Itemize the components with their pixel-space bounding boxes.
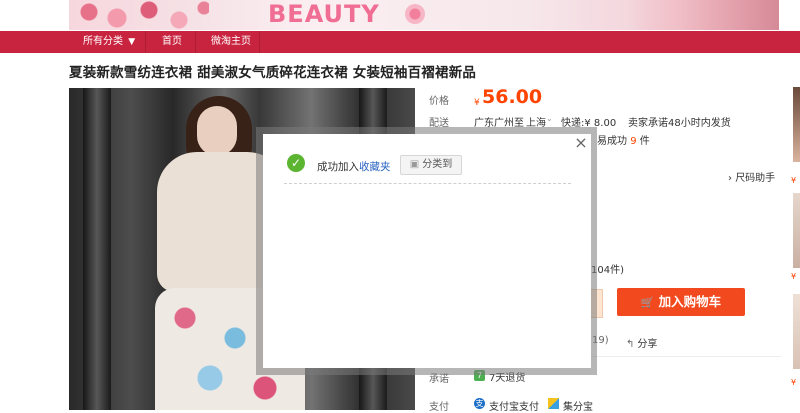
pay-option-alipay[interactable]: 支付宝支付 [489,398,539,413]
dialog-divider [284,183,571,184]
classify-button[interactable]: ▣ 分类到 [400,155,462,175]
ship-promise: 卖家承诺48小时内发货 [628,118,731,129]
share-icon: ↰ [626,339,635,350]
add-to-cart-button[interactable]: 🛒 加入购物车 [617,288,745,316]
classify-button-label: 分类到 [422,159,453,170]
product-title: 夏装新款雪纺连衣裙 甜美淑女气质碎花连衣裙 女装短袖百褶裙新品 [69,65,477,81]
jifenbao-icon [548,398,559,409]
related-item-thumbnail[interactable] [793,193,800,268]
alipay-icon: 支 [474,398,485,409]
related-item-thumbnail[interactable] [793,294,800,369]
price-label: 价格 [429,96,449,107]
favorite-success-message: 成功加入收藏夹 [317,159,391,174]
close-icon[interactable]: × [572,134,590,152]
nav-all-categories-label: 所有分类 [83,36,123,47]
chat-icon: ▣ [409,159,420,170]
dropdown-arrow-icon: ▼ [128,37,136,47]
price-currency: ¥ [474,98,480,108]
nav-weitao-home[interactable]: 微淘主页 [211,31,251,53]
nav-home[interactable]: 首页 [162,31,182,53]
sold-prefix: 易成功 [597,136,627,147]
shop-nav-bar: 所有分类 ▼ 首页 微淘主页 [0,31,800,53]
size-helper-label: 尺码助手 [735,173,776,184]
price-value: 56.00 [482,86,543,108]
related-item-price: ¥ [791,272,797,281]
nav-all-categories[interactable]: 所有分类 ▼ [83,31,135,53]
sold-count-line: 易成功 9 件 [597,132,650,147]
cart-icon: 🛒 [640,296,655,309]
add-to-cart-label: 加入购物车 [658,294,722,309]
share-label: 分享 [637,339,658,350]
nav-divider [259,31,260,53]
size-helper-link[interactable]: › 尺码助手 [728,169,775,184]
nav-divider [195,31,196,53]
banner-flowers-decoration [69,0,209,30]
chevron-down-icon: ⌄ [546,114,553,123]
related-item-thumbnail[interactable] [793,87,800,162]
banner-flower-icon [405,4,425,24]
favorites-link[interactable]: 收藏夹 [359,161,391,173]
related-item-price: ¥ [791,176,797,185]
share-button[interactable]: ↰ 分享 [626,335,657,350]
payment-label: 支付 [429,402,449,413]
shop-banner[interactable]: BEAUTY [69,0,779,30]
sold-count: 9 [630,136,637,147]
banner-headline: BEAUTY [268,0,380,28]
related-item-price: ¥ [791,378,797,387]
chevron-right-icon: › [728,173,732,184]
check-icon: ✓ [287,154,305,172]
favorite-success-prefix: 成功加入 [317,161,359,173]
nav-divider [145,31,146,53]
sold-unit: 件 [639,136,650,147]
pay-option-jifenbao[interactable]: 集分宝 [563,398,593,413]
banner-model-image [629,0,779,30]
